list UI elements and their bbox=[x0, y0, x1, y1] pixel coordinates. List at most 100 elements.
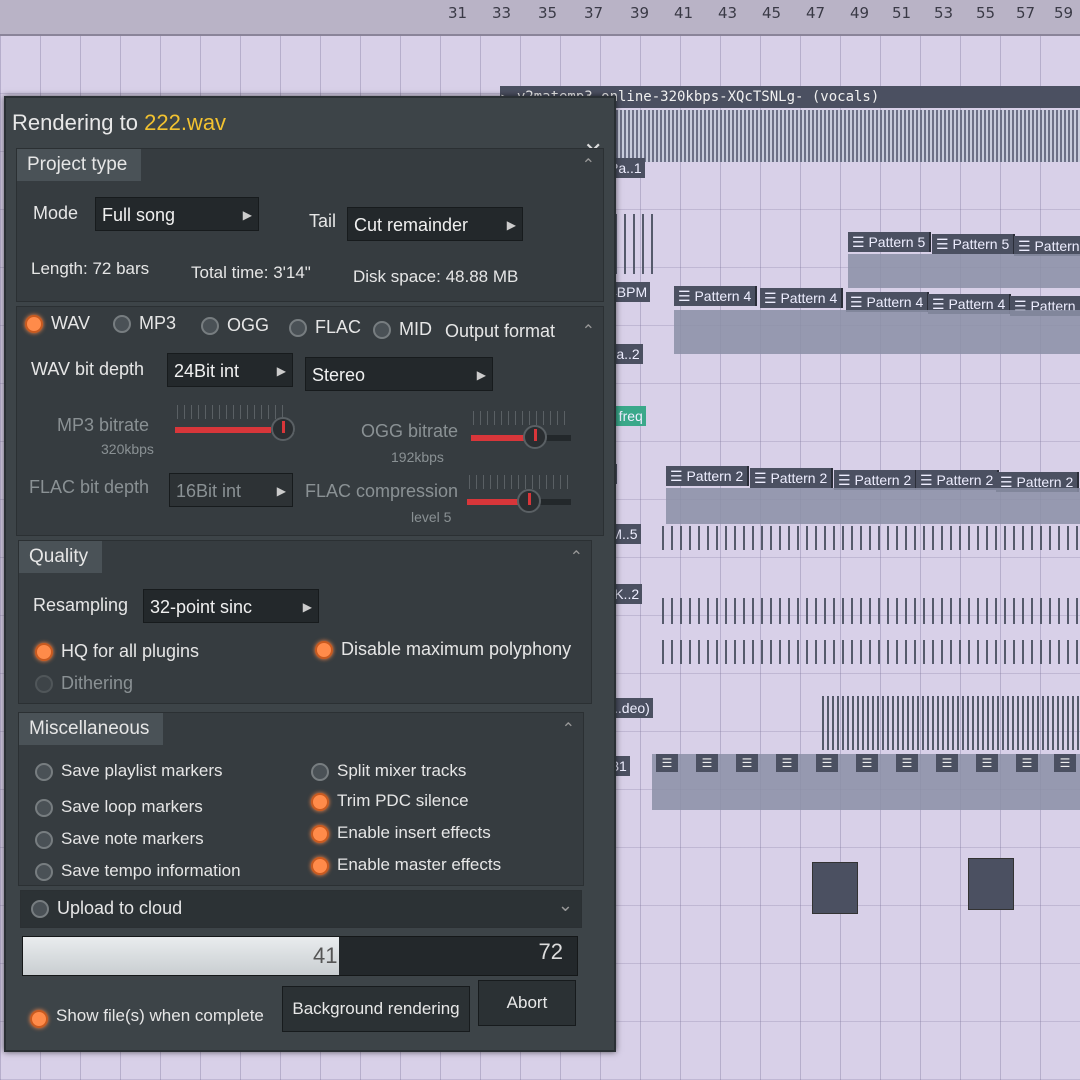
save-loop-markers-radio[interactable] bbox=[35, 799, 53, 817]
pattern-clip-icon[interactable]: ☰ bbox=[1016, 754, 1038, 772]
format-label: OGG bbox=[227, 315, 270, 335]
dithering-radio[interactable] bbox=[35, 675, 53, 693]
pattern-clip-icon[interactable]: ☰ bbox=[776, 754, 798, 772]
pattern-lane bbox=[848, 254, 1080, 288]
disable-polyphony-radio[interactable] bbox=[315, 641, 333, 659]
pattern-clip-icon[interactable]: ☰ bbox=[816, 754, 838, 772]
note-lane bbox=[662, 640, 1080, 664]
show-files-label: Show file(s) when complete bbox=[56, 1006, 264, 1025]
output-format-header[interactable]: Output format bbox=[445, 321, 555, 342]
chevron-right-icon: ▶ bbox=[302, 600, 312, 614]
mid-radio[interactable] bbox=[373, 321, 391, 339]
enable-insert-effects-radio[interactable] bbox=[311, 825, 329, 843]
chevron-up-icon[interactable]: ⌃ bbox=[582, 321, 595, 341]
render-progress-bar: 41 72 bbox=[22, 936, 578, 976]
save-tempo-information-radio[interactable] bbox=[35, 863, 53, 881]
misc-section: Miscellaneous ⌃ Save playlist markers Sa… bbox=[18, 712, 584, 886]
ogg-bitrate-value: 192kbps bbox=[391, 449, 444, 465]
pattern-clip[interactable]: ☰ Pattern 4 bbox=[846, 292, 930, 312]
ogg-radio[interactable] bbox=[201, 317, 219, 335]
misc-option-label: Trim PDC silence bbox=[337, 791, 469, 810]
mp3-bitrate-knob[interactable] bbox=[271, 417, 295, 441]
dithering-label: Dithering bbox=[61, 673, 134, 693]
pattern-clip[interactable]: ☰ Pattern 5 bbox=[848, 232, 932, 252]
section-header[interactable]: Miscellaneous bbox=[19, 713, 164, 745]
wav-radio[interactable] bbox=[25, 315, 43, 333]
mode-select[interactable]: Full song ▶ bbox=[95, 197, 259, 231]
chevron-right-icon: ▶ bbox=[506, 218, 516, 232]
section-header[interactable]: Project type bbox=[17, 149, 142, 181]
pattern-clip[interactable]: ☰ Pattern 2 bbox=[916, 470, 1000, 490]
upload-row: Upload to cloud ⌄ bbox=[20, 890, 582, 928]
misc-option-label: Enable master effects bbox=[337, 855, 502, 874]
hq-plugins-radio[interactable] bbox=[35, 643, 53, 661]
pattern-clip[interactable]: ☰ Pattern 2 bbox=[750, 468, 834, 488]
pattern-clip-icon[interactable]: ☰ bbox=[736, 754, 758, 772]
ruler-number: 31 bbox=[448, 4, 468, 22]
chevron-up-icon[interactable]: ⌃ bbox=[570, 547, 583, 567]
save-playlist-markers-radio[interactable] bbox=[35, 763, 53, 781]
mp3-radio[interactable] bbox=[113, 315, 131, 333]
pattern-clip[interactable]: ☰ Pattern 4 bbox=[674, 286, 758, 306]
misc-option-label: Save note markers bbox=[61, 829, 204, 848]
pattern-clip-icon[interactable]: ☰ bbox=[896, 754, 918, 772]
wav-bit-depth-select[interactable]: 24Bit int ▶ bbox=[167, 353, 293, 387]
slider-fill bbox=[175, 427, 271, 433]
pattern-clip[interactable]: ☰ Pattern 4 bbox=[760, 288, 844, 308]
upload-to-cloud-radio[interactable] bbox=[31, 900, 49, 918]
trim-pdc-silence-radio[interactable] bbox=[311, 793, 329, 811]
slider-fill bbox=[471, 435, 529, 441]
pattern-clip[interactable]: ☰ Pattern bbox=[1014, 236, 1080, 256]
disable-polyphony-label: Disable maximum polyphony bbox=[341, 639, 572, 659]
timeline-ruler[interactable]: 31 33 35 37 39 41 43 45 47 49 51 53 55 5… bbox=[0, 0, 1080, 36]
chevron-right-icon: ▶ bbox=[276, 484, 286, 498]
total-time-info: Total time: 3'14" bbox=[191, 263, 311, 282]
pattern-clip-icon[interactable]: ☰ bbox=[1054, 754, 1076, 772]
misc-option-label: Save tempo information bbox=[61, 861, 241, 880]
misc-option-label: Enable insert effects bbox=[337, 823, 491, 842]
ruler-number: 59 bbox=[1054, 4, 1074, 22]
abort-button[interactable]: Abort bbox=[478, 980, 576, 1026]
disk-space-info: Disk space: 48.88 MB bbox=[353, 267, 519, 286]
ruler-number: 39 bbox=[630, 4, 650, 22]
misc-option-label: Save loop markers bbox=[61, 797, 203, 816]
section-header[interactable]: Quality bbox=[19, 541, 103, 573]
flac-bit-depth-select[interactable]: 16Bit int ▶ bbox=[169, 473, 293, 507]
background-rendering-button[interactable]: Background rendering bbox=[282, 986, 470, 1032]
pattern-clip-icon[interactable]: ☰ bbox=[856, 754, 878, 772]
channels-select[interactable]: Stereo ▶ bbox=[305, 357, 493, 391]
tail-select[interactable]: Cut remainder ▶ bbox=[347, 207, 523, 241]
pattern-lane bbox=[666, 488, 1080, 524]
audio-clip[interactable] bbox=[968, 858, 1014, 910]
chevron-up-icon[interactable]: ⌃ bbox=[582, 155, 595, 175]
show-files-radio[interactable] bbox=[30, 1010, 48, 1028]
format-label: FLAC bbox=[315, 317, 362, 337]
pattern-clip[interactable]: ☰ Pattern 2 bbox=[666, 466, 750, 486]
save-note-markers-radio[interactable] bbox=[35, 831, 53, 849]
pattern-clip[interactable]: ☰ Pattern 2 bbox=[834, 470, 918, 490]
pattern-clip-icon[interactable]: ☰ bbox=[936, 754, 958, 772]
chevron-right-icon: ▶ bbox=[476, 368, 486, 382]
chevron-right-icon: ▶ bbox=[276, 364, 286, 378]
note-lane bbox=[662, 526, 1080, 550]
pattern-clip-icon[interactable]: ☰ bbox=[976, 754, 998, 772]
ogg-bitrate-slider[interactable] bbox=[471, 435, 571, 441]
resampling-select[interactable]: 32-point sinc ▶ bbox=[143, 589, 319, 623]
split-mixer-tracks-radio[interactable] bbox=[311, 763, 329, 781]
pattern-clip[interactable]: ☰ Pattern 5 bbox=[932, 234, 1016, 254]
progress-current: 41 bbox=[313, 943, 338, 968]
pattern-clip-icon[interactable]: ☰ bbox=[696, 754, 718, 772]
ruler-number: 35 bbox=[538, 4, 558, 22]
ogg-bitrate-knob[interactable] bbox=[523, 425, 547, 449]
chevron-up-icon[interactable]: ⌃ bbox=[562, 719, 575, 739]
ruler-number: 49 bbox=[850, 4, 870, 22]
flac-radio[interactable] bbox=[289, 319, 307, 337]
flac-compression-knob[interactable] bbox=[517, 489, 541, 513]
enable-master-effects-radio[interactable] bbox=[311, 857, 329, 875]
format-label: MP3 bbox=[139, 313, 177, 333]
format-label: MID bbox=[399, 319, 432, 339]
chevron-down-icon[interactable]: ⌄ bbox=[558, 895, 573, 916]
mp3-bitrate-value: 320kbps bbox=[101, 441, 154, 457]
pattern-clip-icon[interactable]: ☰ bbox=[656, 754, 678, 772]
audio-clip[interactable] bbox=[812, 862, 858, 914]
